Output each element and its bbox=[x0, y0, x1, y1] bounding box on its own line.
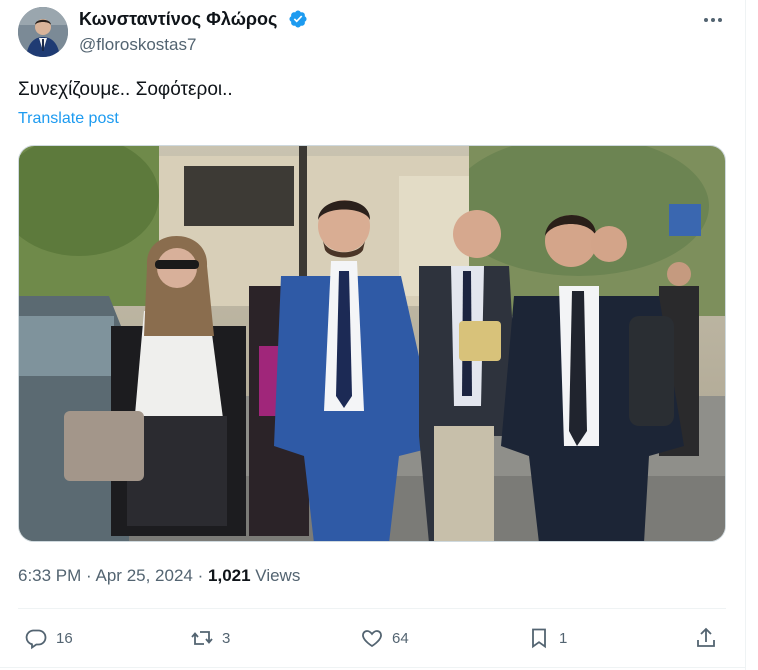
reply-icon bbox=[25, 629, 47, 650]
post-date[interactable]: Apr 25, 2024 bbox=[96, 566, 193, 585]
author-name[interactable]: Κωνσταντίνος Φλώρος bbox=[79, 9, 277, 30]
meta-separator: · bbox=[197, 566, 204, 585]
post-text: Συνεχίζουμε.. Σοφότεροι.. bbox=[18, 79, 233, 100]
author-handle[interactable]: @floroskostas7 bbox=[79, 35, 196, 55]
reply-button[interactable]: 16 bbox=[24, 625, 73, 651]
like-count: 64 bbox=[392, 629, 409, 647]
meta-separator: · bbox=[86, 566, 92, 585]
divider bbox=[18, 608, 726, 609]
repost-button[interactable]: 3 bbox=[190, 625, 230, 651]
views-count: 1,021 bbox=[208, 566, 251, 585]
translate-post-link[interactable]: Translate post bbox=[18, 110, 119, 128]
bookmark-button[interactable]: 1 bbox=[527, 625, 567, 651]
bookmark-icon bbox=[532, 628, 546, 649]
like-icon bbox=[362, 630, 382, 648]
more-icon[interactable] bbox=[700, 10, 726, 30]
post-meta: 6:33 PM · Apr 25, 2024 · 1,021 Views bbox=[18, 566, 300, 586]
reply-count: 16 bbox=[56, 629, 73, 647]
share-icon bbox=[697, 627, 715, 647]
post-time[interactable]: 6:33 PM bbox=[18, 566, 81, 585]
share-button[interactable] bbox=[694, 625, 726, 651]
verified-badge-icon bbox=[289, 10, 307, 28]
divider bbox=[0, 667, 745, 668]
like-button[interactable]: 64 bbox=[360, 625, 409, 651]
repost-icon bbox=[191, 631, 213, 645]
column-border bbox=[745, 0, 746, 670]
avatar[interactable] bbox=[18, 7, 68, 57]
bookmark-count: 1 bbox=[559, 629, 568, 647]
post-photo[interactable] bbox=[18, 145, 726, 542]
views-label: Views bbox=[255, 566, 301, 585]
repost-count: 3 bbox=[222, 629, 231, 647]
